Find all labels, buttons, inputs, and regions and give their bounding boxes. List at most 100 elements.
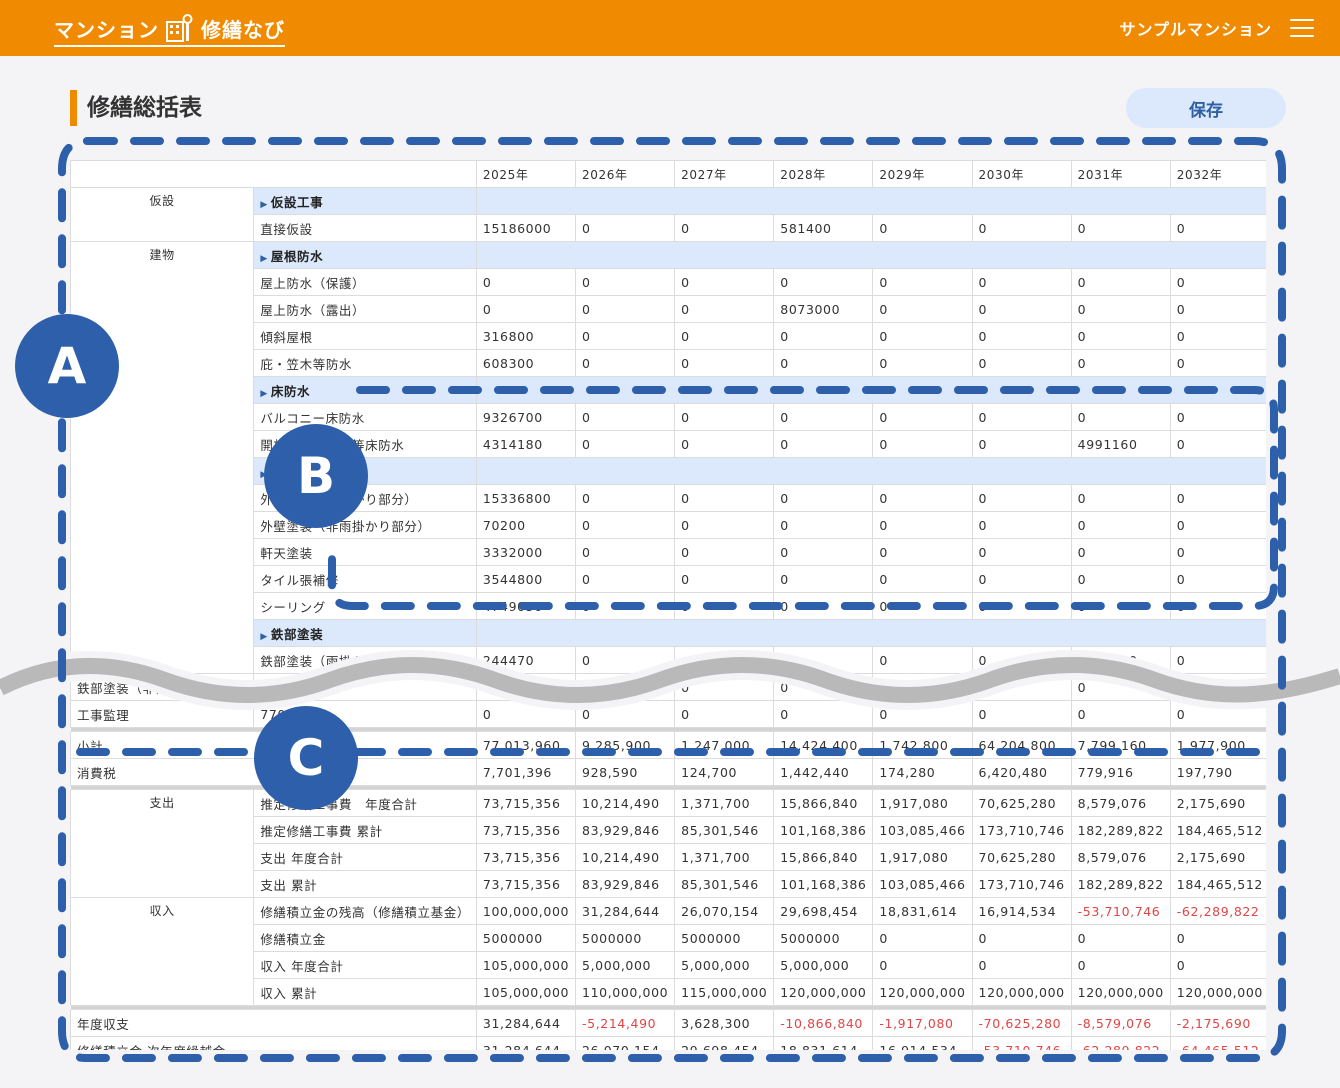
value-cell[interactable]: -53,710,746 [1070, 897, 1171, 925]
value-cell[interactable]: 0 [1169, 511, 1266, 539]
value-cell[interactable]: 0 [575, 349, 676, 377]
value-cell[interactable]: 4991160 [1070, 430, 1171, 458]
value-cell[interactable]: 8,579,076 [1070, 843, 1171, 871]
value-cell[interactable]: 15,866,840 [773, 789, 874, 817]
value-cell[interactable]: 3544800 [475, 565, 577, 593]
value-cell[interactable]: 0 [575, 295, 676, 323]
value-cell[interactable]: 0 [872, 268, 973, 296]
value-cell[interactable]: 0 [674, 430, 775, 458]
value-cell[interactable]: 0 [872, 565, 973, 593]
value-cell[interactable]: 0 [872, 700, 973, 728]
value-cell[interactable]: 0 [575, 214, 676, 242]
value-cell[interactable]: 70,625,280 [971, 789, 1072, 817]
value-cell[interactable]: 9,285,900 [575, 731, 676, 759]
value-cell[interactable]: 0 [971, 951, 1072, 979]
value-cell[interactable]: 10,214,490 [575, 843, 676, 871]
value-cell[interactable]: 0 [1070, 951, 1171, 979]
value-cell[interactable]: 0 [475, 295, 577, 323]
value-cell[interactable]: 31,284,644 [575, 897, 676, 925]
value-cell[interactable]: 0 [1070, 592, 1171, 620]
value-cell[interactable]: 5000000 [575, 924, 676, 952]
value-cell[interactable]: 0 [674, 673, 775, 701]
value-cell[interactable]: 0 [1070, 322, 1171, 350]
value-cell[interactable]: 29,698,454 [773, 897, 874, 925]
value-cell[interactable]: 15,866,840 [773, 843, 874, 871]
value-cell[interactable]: 0 [674, 511, 775, 539]
value-cell[interactable]: 0 [674, 322, 775, 350]
value-cell[interactable]: 5000000 [773, 924, 874, 952]
value-cell[interactable]: 120,000,000 [1169, 978, 1266, 1006]
value-cell[interactable]: 0 [1169, 700, 1266, 728]
value-cell[interactable]: 0 [674, 403, 775, 431]
value-cell[interactable]: 0 [971, 511, 1072, 539]
value-cell[interactable]: 120,000,000 [971, 978, 1072, 1006]
value-cell[interactable]: 0 [971, 349, 1072, 377]
value-cell[interactable]: 0 [575, 268, 676, 296]
value-cell[interactable]: 0 [971, 403, 1072, 431]
section-title-kasetsu_kouji[interactable]: ▶ 仮設工事 [253, 187, 477, 215]
value-cell[interactable]: 0 [674, 700, 775, 728]
value-cell[interactable]: 120,000,000 [773, 978, 874, 1006]
value-cell[interactable]: 0 [1070, 403, 1171, 431]
value-cell[interactable]: 0 [475, 700, 577, 728]
value-cell[interactable]: 0 [971, 673, 1072, 701]
value-cell[interactable]: 0 [773, 322, 874, 350]
value-cell[interactable]: 174,280 [872, 758, 973, 786]
value-cell[interactable]: 0 [971, 924, 1072, 952]
value-cell[interactable]: 1,917,080 [872, 843, 973, 871]
value-cell[interactable]: 0 [1070, 565, 1171, 593]
value-cell[interactable]: 0 [971, 214, 1072, 242]
value-cell[interactable]: 779,916 [1070, 758, 1171, 786]
value-cell[interactable]: 0 [1169, 924, 1266, 952]
value-cell[interactable]: 26,070,154 [674, 897, 775, 925]
value-cell[interactable]: 197,790 [1169, 758, 1266, 786]
value-cell[interactable]: 0 [872, 673, 973, 701]
value-cell[interactable]: 0 [773, 646, 874, 674]
value-cell[interactable]: 2,175,690 [1169, 789, 1266, 817]
value-cell[interactable]: 5000000 [475, 924, 577, 952]
value-cell[interactable]: 0 [872, 295, 973, 323]
value-cell[interactable]: 14,424,400 [773, 731, 874, 759]
value-cell[interactable]: 0 [1070, 511, 1171, 539]
value-cell[interactable]: 73,715,356 [475, 816, 577, 844]
value-cell[interactable]: 0 [1070, 673, 1171, 701]
value-cell[interactable]: 0 [674, 349, 775, 377]
value-cell[interactable]: 5000000 [674, 924, 775, 952]
value-cell[interactable]: 0 [575, 565, 676, 593]
value-cell[interactable]: 0 [872, 403, 973, 431]
value-cell[interactable]: -2,175,690 [1169, 1009, 1266, 1037]
value-cell[interactable]: 8073000 [773, 295, 874, 323]
value-cell[interactable]: -62,289,822 [1169, 897, 1266, 925]
value-cell[interactable]: 100,000,000 [475, 897, 577, 925]
value-cell[interactable]: 928,590 [575, 758, 676, 786]
value-cell[interactable]: 0 [971, 484, 1072, 512]
value-cell[interactable]: 0 [575, 700, 676, 728]
value-cell[interactable]: -62,289,822 [1070, 1036, 1171, 1050]
section-title-tetsubu_tosou[interactable]: ▶ 鉄部塗装 [253, 619, 477, 647]
value-cell[interactable]: 0 [674, 592, 775, 620]
value-cell[interactable]: 244470 [475, 646, 577, 674]
value-cell[interactable]: -10,866,840 [773, 1009, 874, 1037]
value-cell[interactable]: 0 [1070, 924, 1171, 952]
value-cell[interactable]: 73,715,356 [475, 870, 577, 898]
value-cell[interactable]: 0 [773, 268, 874, 296]
value-cell[interactable]: -8,579,076 [1070, 1009, 1171, 1037]
value-cell[interactable]: 0 [872, 430, 973, 458]
value-cell[interactable]: 6,420,480 [971, 758, 1072, 786]
value-cell[interactable]: 0 [1169, 268, 1266, 296]
value-cell[interactable]: 105,000,000 [475, 951, 577, 979]
value-cell[interactable]: 0 [773, 430, 874, 458]
app-logo[interactable]: マンション 修繕なび [54, 12, 285, 47]
value-cell[interactable]: -1,917,080 [872, 1009, 973, 1037]
value-cell[interactable]: 0 [971, 538, 1072, 566]
value-cell[interactable]: 0 [872, 214, 973, 242]
value-cell[interactable]: 0 [1169, 673, 1266, 701]
value-cell[interactable]: 316800 [475, 322, 577, 350]
value-cell[interactable]: 1,742,800 [872, 731, 973, 759]
value-cell[interactable]: 0 [971, 592, 1072, 620]
value-cell[interactable]: 0 [674, 484, 775, 512]
value-cell[interactable]: 0 [1070, 349, 1171, 377]
value-cell[interactable]: -53,710,746 [971, 1036, 1072, 1050]
value-cell[interactable]: 0 [1070, 700, 1171, 728]
value-cell[interactable]: 120,000,000 [1070, 978, 1171, 1006]
